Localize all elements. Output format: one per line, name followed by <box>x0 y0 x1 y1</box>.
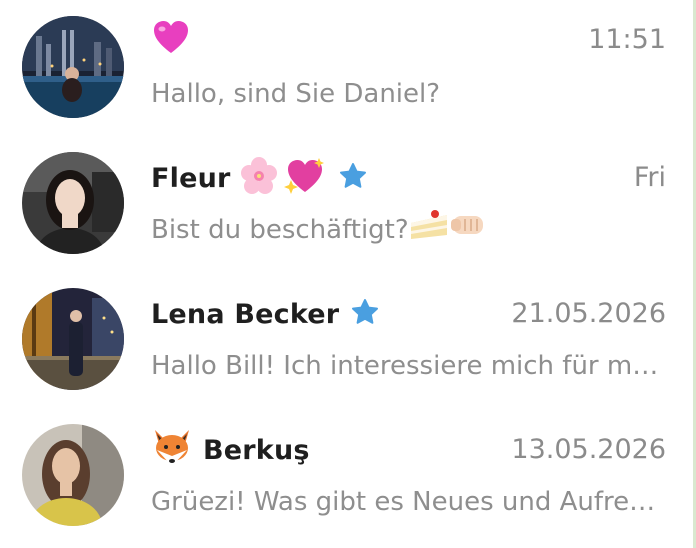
chat-name-line: Fleur <box>151 156 367 200</box>
avatar <box>22 152 124 254</box>
avatar <box>22 288 124 390</box>
chat-list: 11:51 Hallo, sind Sie Daniel? Fleur Fri … <box>0 0 696 548</box>
chat-row[interactable]: 11:51 Hallo, sind Sie Daniel? <box>0 0 692 136</box>
chat-time: 13.05.2026 <box>511 434 666 465</box>
chat-preview: Grüezi! Was gibt es Neues und Aufreg... <box>151 487 669 517</box>
cake-icon <box>409 210 449 250</box>
chat-time: 21.05.2026 <box>511 298 666 329</box>
chat-name: Lena Becker <box>151 298 340 330</box>
sparkling-heart-icon <box>283 156 325 200</box>
cherry-blossom-icon <box>239 156 279 200</box>
verified-star-icon <box>339 162 367 194</box>
chat-name-line <box>151 18 191 62</box>
chat-row[interactable]: Lena Becker 21.05.2026 Hallo Bill! Ich i… <box>0 272 692 408</box>
chat-name: Berkuş <box>203 434 310 466</box>
chat-name-line: Lena Becker <box>151 292 379 336</box>
chat-time: Fri <box>633 162 666 193</box>
chat-name-line: Berkuş <box>151 428 310 472</box>
chat-row[interactable]: Fleur Fri Bist du beschäftigt? <box>0 136 692 272</box>
chat-time: 11:51 <box>588 24 666 55</box>
chat-preview: Hallo Bill! Ich interessiere mich für mo… <box>151 351 669 381</box>
chat-preview: Bist du beschäftigt? <box>151 215 409 245</box>
chat-row[interactable]: Berkuş 13.05.2026 Grüezi! Was gibt es Ne… <box>0 408 692 544</box>
fox-icon <box>151 428 193 472</box>
chat-preview-line: Bist du beschäftigt? <box>151 210 669 250</box>
chat-preview: Hallo, sind Sie Daniel? <box>151 79 441 109</box>
avatar <box>22 424 124 526</box>
fist-icon <box>449 210 489 250</box>
avatar <box>22 16 124 118</box>
verified-star-icon <box>351 298 379 330</box>
chat-name: Fleur <box>151 162 231 194</box>
heart-icon <box>151 18 191 62</box>
